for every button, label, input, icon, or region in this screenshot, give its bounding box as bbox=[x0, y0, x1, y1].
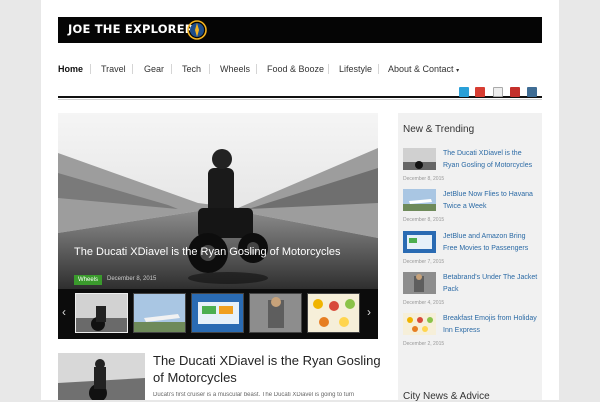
trending-title[interactable]: JetBlue Now Flies to Havana Twice a Week bbox=[443, 189, 539, 213]
nav-item-tech[interactable]: Tech bbox=[182, 64, 201, 74]
trending-thumbnail-image bbox=[403, 231, 436, 253]
google-plus-icon[interactable] bbox=[475, 87, 485, 97]
trending-item[interactable]: Betabrand's Under The Jacket Pack Decemb… bbox=[403, 272, 539, 312]
nav-item-about-contact-label: About & Contact bbox=[388, 64, 454, 74]
nav-separator bbox=[256, 64, 257, 74]
trending-title[interactable]: Breakfast Emojis from Holiday Inn Expres… bbox=[443, 313, 539, 337]
nav-item-gear[interactable]: Gear bbox=[144, 64, 164, 74]
slider-thumbnail[interactable] bbox=[133, 293, 186, 333]
hero-image[interactable] bbox=[58, 113, 378, 293]
sidebar-title-city-news: City News & Advice bbox=[403, 391, 490, 402]
trending-thumbnail[interactable] bbox=[403, 272, 436, 294]
post-thumbnail[interactable] bbox=[58, 353, 145, 400]
trending-date: December 8, 2015 bbox=[403, 217, 445, 223]
nav-divider bbox=[58, 96, 542, 98]
trending-thumbnail[interactable] bbox=[403, 148, 436, 170]
trending-title[interactable]: Betabrand's Under The Jacket Pack bbox=[443, 272, 539, 296]
instagram-icon[interactable] bbox=[527, 87, 537, 97]
nav-separator bbox=[90, 64, 91, 74]
trending-thumbnail[interactable] bbox=[403, 313, 436, 335]
thumbnail-image bbox=[192, 294, 243, 332]
trending-date: December 7, 2015 bbox=[403, 259, 445, 265]
site-header: JOE THE EXPLORER bbox=[58, 17, 542, 43]
nav-separator bbox=[132, 64, 133, 74]
category-badge[interactable]: Wheels bbox=[74, 275, 103, 285]
sidebar: New & Trending The Ducati XDiavel is the… bbox=[398, 113, 542, 402]
page: JOE THE EXPLORER Home Travel Gear Tech W… bbox=[41, 0, 559, 402]
nav-item-wheels[interactable]: Wheels bbox=[220, 64, 250, 74]
nav-item-about-contact[interactable]: About & Contact ▾ bbox=[388, 64, 459, 74]
compass-icon[interactable] bbox=[186, 19, 208, 41]
chevron-down-icon: ▾ bbox=[456, 68, 460, 74]
nav-separator bbox=[171, 64, 172, 74]
trending-item[interactable]: The Ducati XDiavel is the Ryan Gosling o… bbox=[403, 148, 539, 188]
slider-thumbnail[interactable] bbox=[249, 293, 302, 333]
hero-date: December 8, 2015 bbox=[107, 276, 157, 282]
hero-title[interactable]: The Ducati XDiavel is the Ryan Gosling o… bbox=[74, 246, 341, 258]
trending-date: December 8, 2015 bbox=[403, 176, 445, 182]
nav-separator bbox=[378, 64, 379, 74]
featured-slider[interactable]: The Ducati XDiavel is the Ryan Gosling o… bbox=[58, 113, 378, 339]
trending-date: December 2, 2015 bbox=[403, 341, 445, 347]
main-nav: Home Travel Gear Tech Wheels Food & Booz… bbox=[58, 61, 542, 79]
trending-date: December 4, 2015 bbox=[403, 300, 445, 306]
trending-thumbnail-image bbox=[403, 148, 436, 170]
trending-item[interactable]: JetBlue Now Flies to Havana Twice a Week… bbox=[403, 189, 539, 229]
nav-item-lifestyle[interactable]: Lifestyle bbox=[339, 64, 372, 74]
trending-thumbnail-image bbox=[403, 313, 436, 335]
thumbnail-image bbox=[76, 294, 127, 332]
trending-item[interactable]: JetBlue and Amazon Bring Free Movies to … bbox=[403, 231, 539, 271]
nav-separator bbox=[328, 64, 329, 74]
trending-title[interactable]: The Ducati XDiavel is the Ryan Gosling o… bbox=[443, 148, 539, 172]
post-thumbnail-image bbox=[58, 353, 145, 400]
nav-divider-thin bbox=[58, 99, 542, 100]
post-excerpt: Ducati's first cruiser is a muscular bea… bbox=[153, 392, 355, 398]
slider-thumbnail[interactable] bbox=[75, 293, 128, 333]
nav-item-food-booze[interactable]: Food & Booze bbox=[267, 64, 324, 74]
thumbnail-image bbox=[308, 294, 359, 332]
sidebar-title: New & Trending bbox=[403, 124, 475, 135]
nav-item-travel[interactable]: Travel bbox=[101, 64, 126, 74]
youtube-icon[interactable] bbox=[510, 87, 520, 97]
nav-separator bbox=[209, 64, 210, 74]
trending-thumbnail[interactable] bbox=[403, 231, 436, 253]
slider-thumbnail[interactable] bbox=[307, 293, 360, 333]
trending-item[interactable]: Breakfast Emojis from Holiday Inn Expres… bbox=[403, 313, 539, 353]
twitter-icon[interactable] bbox=[459, 87, 469, 97]
nav-item-home[interactable]: Home bbox=[58, 64, 83, 74]
slider-thumbnail[interactable] bbox=[191, 293, 244, 333]
trending-thumbnail-image bbox=[403, 189, 436, 211]
chevron-right-icon[interactable]: › bbox=[367, 305, 371, 319]
trending-thumbnail-image bbox=[403, 272, 436, 294]
site-logo-text[interactable]: JOE THE EXPLORER bbox=[68, 22, 194, 36]
trending-thumbnail[interactable] bbox=[403, 189, 436, 211]
post-title[interactable]: The Ducati XDiavel is the Ryan Gosling o… bbox=[153, 352, 383, 386]
thumbnail-image bbox=[134, 294, 185, 332]
thumbnail-image bbox=[250, 294, 301, 332]
trending-title[interactable]: JetBlue and Amazon Bring Free Movies to … bbox=[443, 231, 539, 255]
chevron-left-icon[interactable]: ‹ bbox=[62, 305, 66, 319]
email-icon[interactable] bbox=[493, 87, 503, 97]
